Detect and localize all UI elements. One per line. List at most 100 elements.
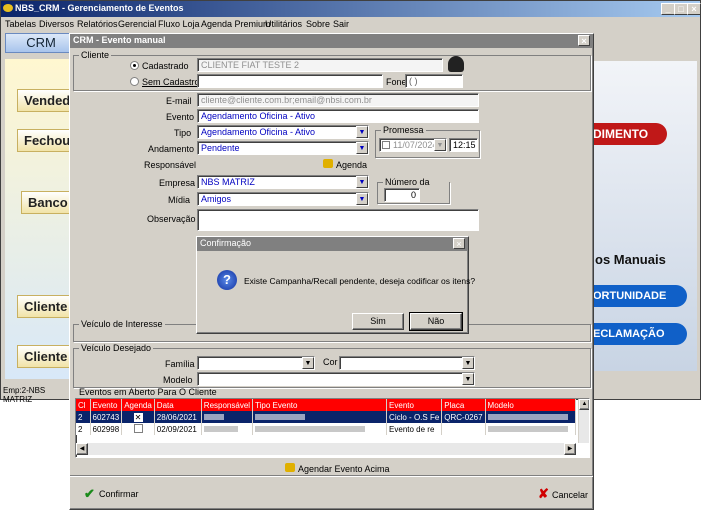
evento-label: Evento [166, 112, 195, 122]
grid-header[interactable]: Modelo [485, 399, 577, 411]
question-icon: ? [217, 270, 237, 290]
grid-cell-redacted [201, 423, 254, 435]
grid-header[interactable]: Evento [90, 399, 123, 411]
grid-header[interactable]: Tipo Evento [252, 399, 388, 411]
agenda-checkbox[interactable] [121, 423, 155, 435]
sem-cadastro-field[interactable] [197, 74, 383, 88]
confirm-close-button[interactable]: × [453, 238, 465, 249]
grid-cell [441, 423, 486, 435]
cliente-group-title: Cliente [79, 50, 112, 60]
menu-fluxo-loja[interactable]: Fluxo Loja [158, 19, 200, 29]
table-row[interactable]: 2 602743 ✕ 28/06/2021 Ciclo - O.S Fe QRC… [76, 411, 577, 423]
andamento-value: Pendente [201, 143, 240, 153]
fone-field[interactable]: ( ) [405, 74, 463, 88]
promessa-time-field[interactable]: 12:15 [449, 138, 478, 152]
menu-relatorios[interactable]: Relatórios [77, 19, 118, 29]
background-card[interactable]: Cliente [17, 295, 73, 318]
midia-value: Amigos [201, 194, 232, 204]
grid-header[interactable]: Placa [441, 399, 486, 411]
background-card[interactable]: Banco [21, 191, 73, 214]
observacao-label: Observação [147, 214, 196, 224]
chevron-down-icon[interactable]: ▼ [462, 373, 474, 385]
grid-horizontal-scrollbar[interactable]: ◀ ▶ [76, 443, 576, 455]
chevron-down-icon[interactable]: ▼ [302, 357, 314, 369]
empresa-select[interactable]: NBS MATRIZ ▼ [197, 175, 369, 189]
sem-cadastro-label: Sem Cadastro [142, 77, 200, 87]
background-right-button[interactable]: ORTUNIDADE [593, 285, 687, 307]
evento-field[interactable]: Agendamento Oficina - Ativo [197, 109, 479, 123]
menu-diversos[interactable]: Diversos [39, 19, 74, 29]
chevron-down-icon[interactable]: ▼ [356, 193, 368, 205]
minimize-button[interactable]: _ [661, 3, 675, 15]
grid-cell: 602998 [90, 423, 123, 435]
veiculo-interesse-label: Veículo de Interesse [79, 319, 165, 329]
midia-label: Mídia [168, 195, 191, 205]
grid-cell: 02/09/2021 [154, 423, 202, 435]
chevron-down-icon[interactable]: ▼ [356, 176, 368, 188]
grid-cell: QRC-0267 [441, 411, 486, 423]
menu-agenda-premium[interactable]: Agenda Premium [201, 19, 271, 29]
close-button[interactable]: × [687, 3, 701, 15]
veiculo-desejado-label: Veículo Desejado [79, 343, 154, 353]
midia-select[interactable]: Amigos ▼ [197, 192, 369, 206]
chevron-down-icon[interactable]: ▼ [462, 357, 474, 369]
chevron-down-icon[interactable]: ▼ [356, 126, 368, 138]
menu-gerencial[interactable]: Gerencial [118, 19, 157, 29]
confirm-message: Existe Campanha/Recall pendente, deseja … [244, 276, 476, 286]
grid-vertical-scrollbar[interactable]: ▲ [578, 399, 589, 443]
confirmar-button[interactable]: Confirmar [99, 489, 139, 499]
tipo-select[interactable]: Agendamento Oficina - Ativo ▼ [197, 125, 369, 139]
cadastrado-radio[interactable] [130, 61, 139, 70]
sim-button[interactable]: Sim [352, 313, 404, 330]
client-lookup-icon[interactable] [448, 56, 464, 72]
grid-header[interactable]: Responsável [201, 399, 254, 411]
cor-select[interactable]: ▼ [339, 356, 475, 370]
grid-header[interactable]: Data [154, 399, 202, 411]
sem-cadastro-radio[interactable] [130, 77, 139, 86]
numero-os-field[interactable]: 0 [384, 188, 420, 202]
background-card[interactable]: Fechou [17, 129, 73, 152]
eventos-grid: Cl Evento Agenda Data Responsável Tipo E… [75, 398, 590, 458]
crm-tab[interactable]: CRM [5, 33, 77, 53]
grid-cell: 2 [76, 411, 91, 423]
menu-sobre[interactable]: Sobre [306, 19, 330, 29]
app-title: NBS_CRM - Gerenciamento de Eventos [15, 3, 184, 13]
grid-header[interactable]: Evento [386, 399, 443, 411]
agenda-checkbox[interactable]: ✕ [121, 411, 155, 423]
promessa-checkbox[interactable] [382, 141, 390, 149]
table-row[interactable]: 2 602998 02/09/2021 Evento de re [76, 423, 577, 435]
email-field[interactable]: cliente@cliente.com.br;email@nbsi.com.br [197, 93, 479, 107]
familia-select[interactable]: ▼ [197, 356, 315, 370]
tipo-value: Agendamento Oficina - Ativo [201, 127, 316, 137]
dialog-close-button[interactable]: × [578, 35, 590, 46]
familia-label: Família [165, 359, 195, 369]
promessa-date: 11/07/2024 [393, 140, 438, 150]
andamento-select[interactable]: Pendente ▼ [197, 141, 369, 155]
calendar-dropdown-icon[interactable]: ▼ [434, 139, 446, 151]
cancelar-button[interactable]: Cancelar [552, 490, 588, 500]
andamento-label: Andamento [148, 144, 195, 154]
observacao-textarea[interactable] [197, 209, 479, 231]
background-right-button[interactable]: DIMENTO [593, 123, 667, 145]
menu-sair[interactable]: Sair [333, 19, 349, 29]
chevron-down-icon[interactable]: ▼ [356, 142, 368, 154]
agendar-evento-button[interactable]: Agendar Evento Acima [298, 464, 390, 474]
menu-tabelas[interactable]: Tabelas [5, 19, 36, 29]
cliente-field[interactable]: CLIENTE FIAT TESTE 2 [197, 58, 443, 72]
nao-button[interactable]: Não [409, 312, 463, 331]
eventos-group-label: Eventos em Aberto Para O Cliente [79, 387, 217, 397]
promessa-date-picker[interactable]: 11/07/2024 ▼ [379, 138, 447, 152]
checkmark-icon: ✔ [84, 486, 95, 501]
responsavel-label: Responsável [144, 160, 197, 170]
menu-utilitarios[interactable]: Utilitários [265, 19, 302, 29]
grid-header[interactable]: Agenda [121, 399, 155, 411]
modelo-select[interactable]: ▼ [197, 372, 475, 386]
agenda-check: ✕ [133, 412, 143, 422]
background-card[interactable]: Cliente [17, 345, 73, 368]
grid-header[interactable]: Cl [76, 399, 91, 411]
agenda-link[interactable]: Agenda [336, 160, 367, 170]
background-card[interactable]: Vended [17, 89, 73, 112]
background-right-button[interactable]: ECLAMAÇÃO [593, 323, 687, 345]
maximize-button[interactable]: □ [674, 3, 688, 15]
grid-cell-redacted [201, 411, 254, 423]
